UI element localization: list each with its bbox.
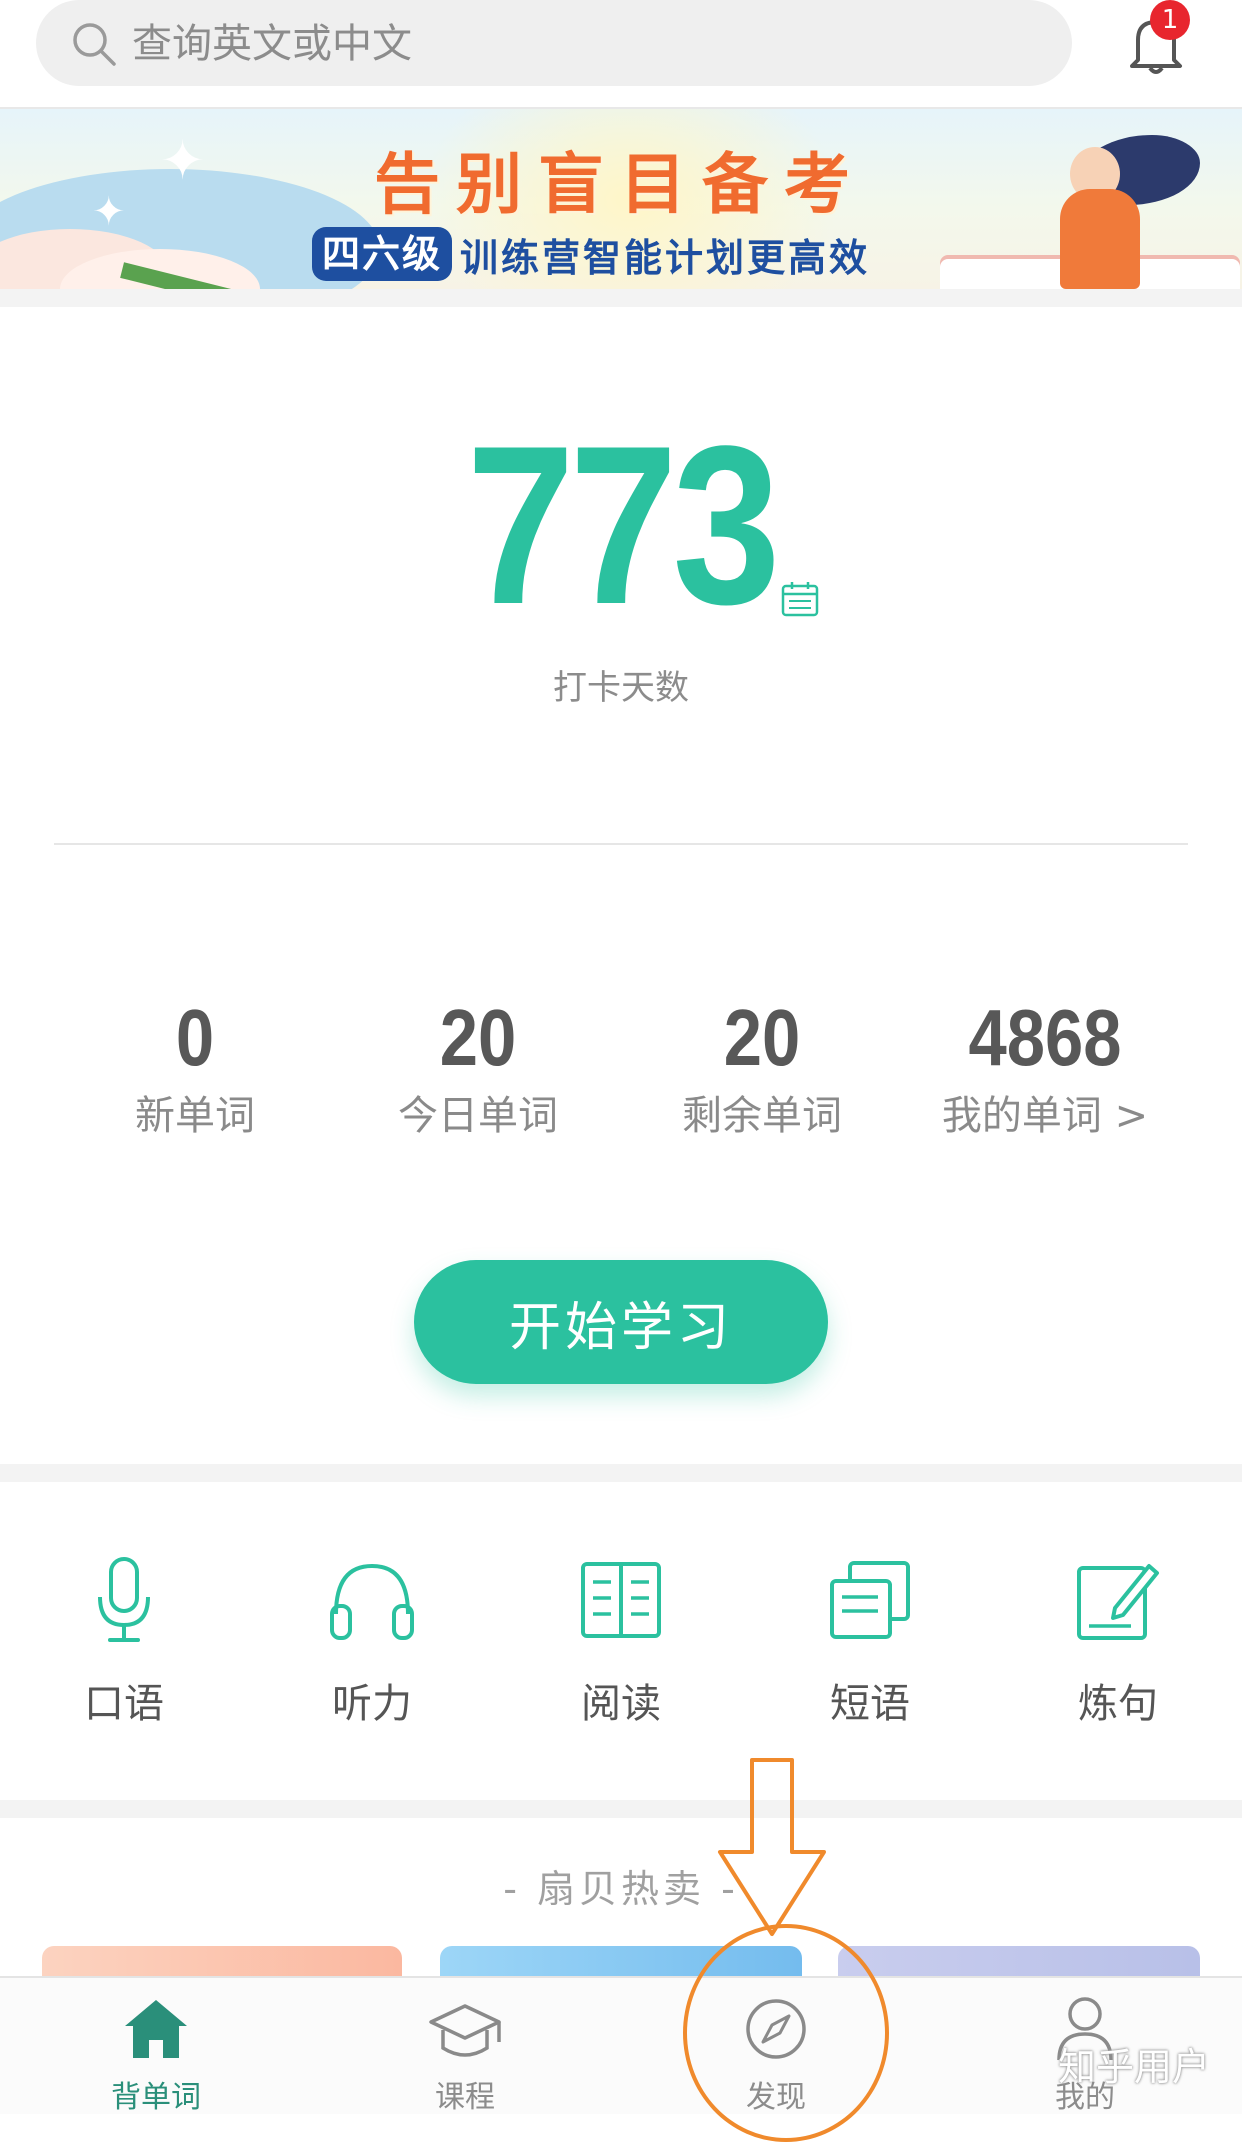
word-stats: 0 新单词 20 今日单词 20 剩余单词 4868 我的单词 > (0, 990, 1242, 1150)
annotation-circle (683, 1924, 889, 2142)
feature-reading[interactable]: 阅读 (521, 1555, 721, 1729)
bird-icon: ✦ (160, 129, 206, 192)
stat-value: 20 (723, 993, 801, 1082)
stat-label: 新单词 (135, 1093, 255, 1139)
home-icon (125, 2000, 187, 2058)
feature-label: 阅读 (581, 1681, 661, 1727)
book-icon (581, 1562, 661, 1638)
banner-subtitle: 四六级 训练营智能计划更高效 (312, 227, 870, 281)
section-gap (0, 1464, 1242, 1482)
stat-my-words[interactable]: 4868 我的单词 > (895, 990, 1195, 1146)
banner-tag: 四六级 (312, 227, 453, 281)
banner-title: 告别盲目备考 (374, 146, 866, 223)
annotation-arrow-icon (718, 1758, 826, 1936)
stat-label: 剩余单词 (682, 1093, 842, 1139)
feature-label: 听力 (332, 1681, 412, 1727)
stat-label: 我的单词 > (941, 1093, 1149, 1139)
search-icon (73, 23, 116, 66)
tab-label: 课程 (435, 2080, 495, 2115)
bird-icon: ✦ (92, 189, 126, 235)
microphone-icon (98, 1557, 150, 1642)
top-bar: 1 (0, 0, 1242, 108)
section-gap (0, 1800, 1242, 1818)
girl-illustration-body (1060, 189, 1140, 289)
feature-label: 炼句 (1078, 1681, 1158, 1727)
checkin-days-label: 打卡天数 (553, 668, 689, 708)
promo-banner[interactable]: ✦ ✦ 告别盲目备考 四六级 训练营智能计划更高效 (0, 109, 1242, 289)
notification-badge: 1 (1150, 0, 1190, 40)
stat-new-words: 0 新单词 (45, 990, 345, 1146)
stat-value: 4868 (968, 993, 1122, 1082)
stat-value: 20 (439, 993, 517, 1082)
watermark: 知乎用户 (1058, 2045, 1211, 2089)
feature-speaking[interactable]: 口语 (24, 1555, 224, 1729)
search-bar[interactable] (36, 0, 1072, 88)
feature-sentences[interactable]: 炼句 (1018, 1555, 1218, 1729)
stat-value: 0 (175, 993, 215, 1082)
calendar-icon[interactable] (780, 580, 820, 618)
section-gap (0, 289, 1242, 307)
start-learning-button[interactable]: 开始学习 (414, 1260, 828, 1384)
feature-label: 短语 (830, 1681, 910, 1727)
hot-sale-title: - 扇贝热卖 - (503, 1867, 739, 1911)
graduation-cap-icon (429, 2004, 501, 2057)
banner-subtitle-text: 训练营智能计划更高效 (460, 235, 871, 280)
stat-today-words: 20 今日单词 (328, 990, 628, 1146)
tab-courses[interactable]: 课程 (365, 1978, 565, 2115)
tab-label: 背单词 (111, 2080, 201, 2115)
stat-label: 今日单词 (398, 1093, 558, 1139)
edit-icon (1077, 1564, 1159, 1640)
search-input[interactable] (130, 0, 1034, 88)
feature-phrases[interactable]: 短语 (770, 1555, 970, 1729)
bottom-nav: 背单词 课程 发现 我的 (0, 1976, 1242, 2115)
section-divider (54, 843, 1188, 845)
checkin-days-count: 773 (466, 398, 781, 651)
feature-listening[interactable]: 听力 (272, 1555, 472, 1729)
cards-icon (830, 1561, 910, 1639)
stat-remaining-words: 20 剩余单词 (612, 990, 912, 1146)
headphones-icon (330, 1563, 414, 1640)
feature-label: 口语 (84, 1681, 164, 1727)
feature-row: 口语 听力 阅读 短语 炼句 (0, 1555, 1242, 1727)
tab-words[interactable]: 背单词 (56, 1978, 256, 2115)
